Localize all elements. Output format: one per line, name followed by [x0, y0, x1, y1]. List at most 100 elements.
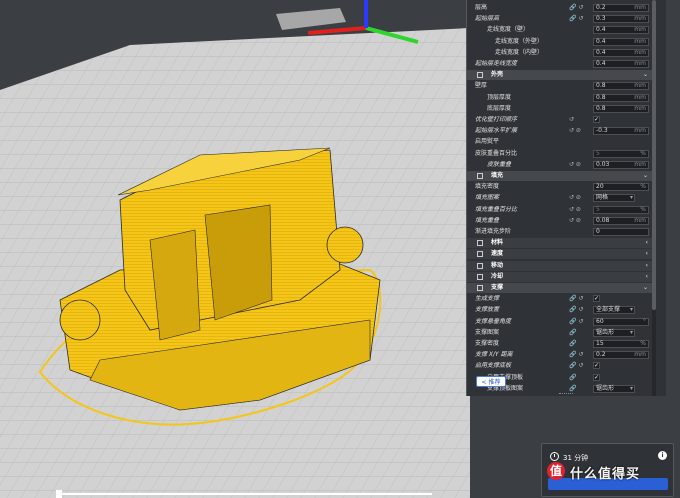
setting-value: 60: [596, 317, 604, 325]
setting-unit: mm: [634, 127, 646, 135]
setting-value: 0.03: [596, 160, 610, 168]
setting-label: 皮肤重叠: [487, 160, 512, 168]
setting-row: 皮肤重叠 ↺ ⊘ 0.03 mm: [467, 160, 652, 170]
setting-input[interactable]: 15%: [593, 340, 649, 348]
setting-row: 皮肤重叠百分比 5%: [467, 149, 652, 159]
setting-input[interactable]: 0.2 mm: [593, 351, 649, 360]
setting-checkbox[interactable]: ✓: [593, 362, 600, 370]
setting-select[interactable]: 锯齿形: [593, 328, 635, 337]
setting-reset-icon[interactable]: ↺ ⊘: [569, 205, 591, 215]
setting-select[interactable]: 网格: [593, 194, 635, 203]
setting-row: 走线宽度（壁） 0.4 mm: [467, 25, 652, 35]
section-header[interactable]: 外壳 ⌄: [467, 70, 652, 81]
setting-input[interactable]: 0.8 mm: [593, 104, 649, 113]
setting-select[interactable]: 全部支撑: [593, 306, 635, 315]
setting-label: 填充密度: [475, 183, 500, 191]
setting-label: 起始层水平扩展: [475, 127, 518, 135]
setting-unit: mm: [634, 351, 646, 359]
setting-label: 起始层走线宽度: [475, 60, 518, 67]
setting-label: 渐进填充步阶: [475, 228, 512, 235]
setting-input[interactable]: 0.08 mm: [593, 216, 649, 225]
watermark-text: 什么值得买: [570, 467, 641, 482]
setting-unit: mm: [634, 216, 646, 224]
settings-scrollbar[interactable]: [652, 0, 656, 396]
setting-input[interactable]: 0.8 mm: [593, 82, 649, 91]
section-header[interactable]: 冷却 ‹: [467, 271, 652, 282]
setting-reset-icon[interactable]: ↺ ⊘: [569, 216, 591, 226]
chevron-icon[interactable]: ‹: [646, 249, 648, 259]
chevron-icon[interactable]: ⌄: [643, 171, 648, 181]
setting-row: 启用熨平: [467, 137, 652, 147]
setting-input[interactable]: 20%: [593, 183, 649, 192]
setting-reset-icon[interactable]: 🔗 ↺: [569, 317, 591, 327]
scrollbar-thumb[interactable]: [652, 0, 656, 310]
chevron-icon[interactable]: ‹: [646, 272, 648, 282]
setting-reset-icon[interactable]: 🔗 ↺: [569, 294, 591, 304]
section-header[interactable]: 速度 ‹: [467, 249, 652, 260]
setting-label: 生成支撑: [475, 295, 500, 303]
setting-input[interactable]: 0.8 mm: [593, 93, 649, 102]
section-title: 移动: [491, 261, 504, 269]
setting-reset-icon[interactable]: 🔗 ↺: [569, 14, 591, 24]
panel-resize-grip[interactable]: [559, 393, 573, 395]
layer-slider[interactable]: [50, 488, 440, 498]
setting-input[interactable]: 0.4 mm: [593, 26, 649, 35]
setting-value: 0.4: [596, 60, 606, 67]
chevron-icon[interactable]: ‹: [646, 238, 648, 248]
setting-value: 0.08: [596, 216, 610, 224]
section-header[interactable]: 支撑 ⌄: [467, 283, 652, 293]
setting-reset-icon[interactable]: 🔗: [569, 328, 591, 338]
setting-input[interactable]: 0.03 mm: [593, 160, 649, 169]
setting-unit: mm: [634, 160, 646, 168]
setting-reset-icon[interactable]: ↺ ⊘: [569, 160, 591, 170]
setting-reset-icon[interactable]: 🔗 ↺: [569, 305, 591, 315]
section-icon: [477, 262, 483, 269]
setting-input[interactable]: 0.4 mm: [593, 60, 649, 68]
setting-reset-icon[interactable]: 🔗: [569, 339, 591, 349]
setting-row: 壁厚 0.8 mm: [467, 81, 652, 91]
setting-reset-icon[interactable]: 🔗 ↺: [569, 3, 591, 13]
setting-reset-icon[interactable]: ↺ ⊘: [569, 126, 591, 136]
setting-input[interactable]: 0.2 mm: [593, 4, 649, 12]
setting-reset-icon[interactable]: 🔗 ↺: [569, 350, 591, 360]
setting-row: 填充密度 20%: [467, 182, 652, 192]
section-header[interactable]: 填充 ⌄: [467, 171, 652, 181]
section-icon: [477, 273, 483, 280]
recommended-button[interactable]: < 推荐: [476, 376, 506, 387]
setting-label: 支撑放置: [475, 306, 500, 314]
layer-slider-track[interactable]: [62, 493, 432, 495]
setting-value: 0.4: [596, 26, 606, 34]
chevron-icon[interactable]: ⌄: [643, 283, 648, 293]
setting-reset-icon[interactable]: 🔗: [569, 373, 591, 383]
section-header[interactable]: 材料 ‹: [467, 238, 652, 249]
setting-row: 起始层水平扩展 ↺ ⊘ -0.3 mm: [467, 126, 652, 136]
setting-reset-icon[interactable]: 🔗 ↺: [569, 361, 591, 371]
setting-unit: mm: [634, 48, 646, 56]
setting-checkbox[interactable]: ✓: [593, 116, 600, 123]
info-icon[interactable]: i: [658, 451, 667, 460]
setting-input[interactable]: 0.3 mm: [593, 15, 649, 24]
section-header[interactable]: 移动 ‹: [467, 260, 652, 271]
setting-checkbox[interactable]: ✓: [593, 373, 600, 381]
setting-checkbox[interactable]: ✓: [593, 295, 600, 303]
setting-input[interactable]: 5%: [593, 149, 649, 158]
setting-input[interactable]: 0: [593, 228, 649, 236]
setting-unit: mm: [634, 26, 646, 34]
setting-row: 支撑悬垂角度 🔗 ↺ 60 °: [467, 317, 652, 327]
setting-input[interactable]: -0.3 mm: [593, 127, 649, 136]
chevron-icon[interactable]: ⌄: [643, 70, 648, 80]
setting-row: 填充重叠百分比 ↺ ⊘ 5%: [467, 205, 652, 215]
setting-unit: %: [640, 149, 646, 157]
setting-input[interactable]: 0.4 mm: [593, 37, 649, 46]
setting-label: 启用熨平: [475, 138, 500, 146]
chevron-icon[interactable]: ‹: [646, 261, 648, 271]
setting-value: 0.8: [596, 82, 606, 90]
section-title: 冷却: [491, 272, 504, 280]
setting-value: 20: [596, 183, 604, 191]
setting-reset-icon[interactable]: ↺ ⊘: [569, 193, 591, 203]
setting-input[interactable]: 0.4 mm: [593, 48, 649, 57]
setting-input[interactable]: 60 °: [593, 317, 649, 326]
setting-select[interactable]: 锯齿形: [593, 384, 635, 393]
setting-input[interactable]: 5%: [593, 205, 649, 214]
setting-reset-icon[interactable]: ↺: [569, 115, 591, 125]
